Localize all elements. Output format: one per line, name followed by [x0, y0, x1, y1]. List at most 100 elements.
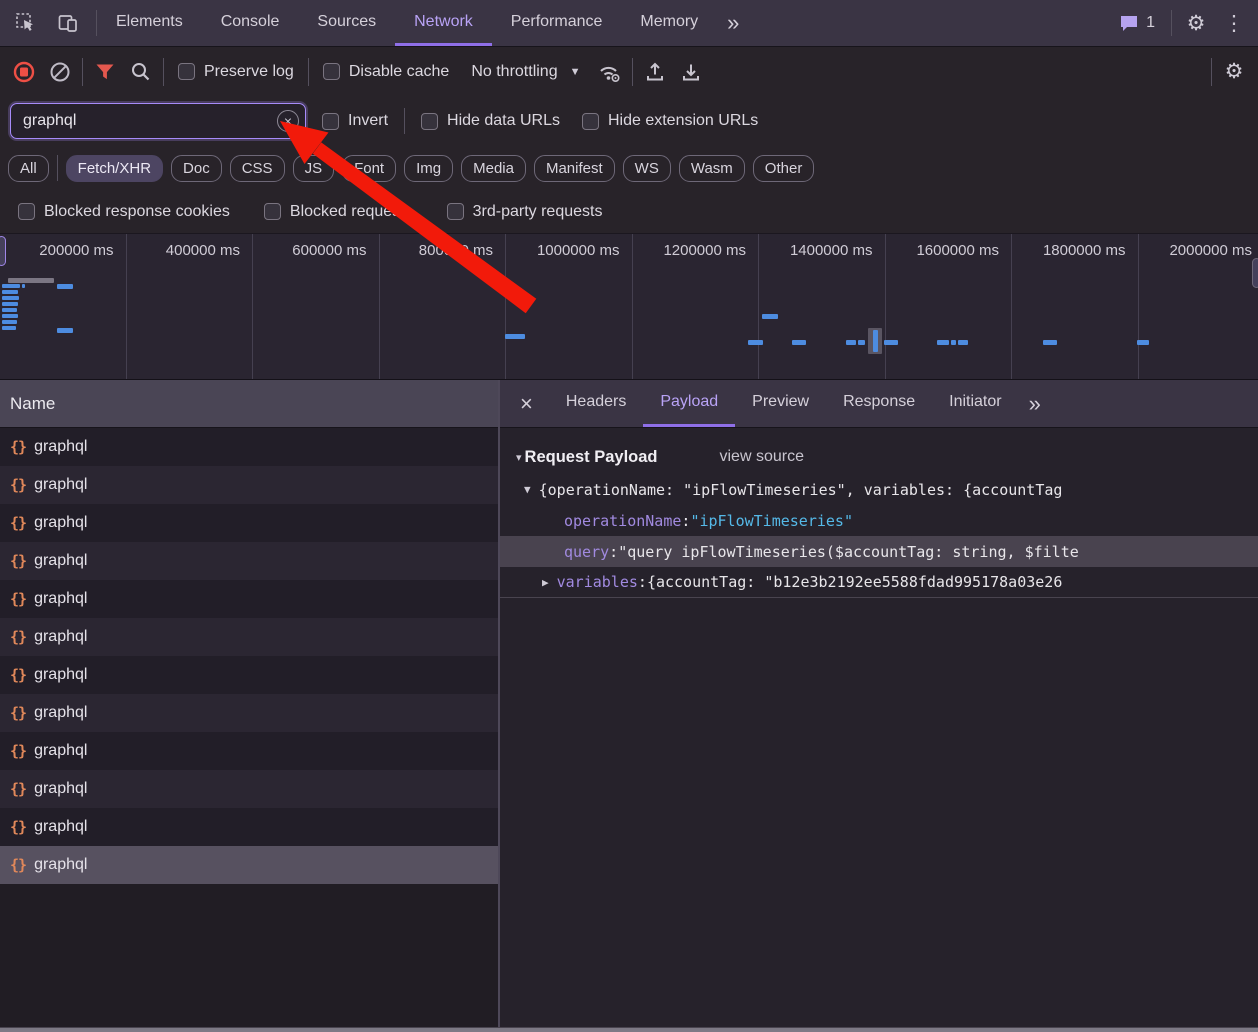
chip-media[interactable]: Media [461, 155, 526, 182]
issues-counter[interactable]: 1 [1113, 13, 1161, 33]
tab-preview[interactable]: Preview [735, 380, 826, 427]
request-type-filters: All Fetch/XHR Doc CSS JS Font Img Media … [0, 146, 1258, 190]
json-braces-icon: {} [10, 514, 26, 532]
request-name: graphql [34, 552, 87, 570]
divider [1171, 10, 1172, 36]
key-value-separator: : [638, 573, 647, 591]
divider [308, 58, 309, 86]
chip-doc[interactable]: Doc [171, 155, 222, 182]
timeline-scroll-grip-left[interactable] [0, 236, 6, 266]
collapse-triangle-icon[interactable]: ▾ [516, 451, 522, 464]
request-row[interactable]: {} graphql [0, 808, 498, 846]
settings-gear-icon[interactable]: ⚙ [1182, 9, 1210, 37]
request-details-pane: × Headers Payload Preview Response Initi… [500, 380, 1258, 1027]
payload-value: "ipFlowTimeseries" [690, 512, 853, 530]
network-conditions-icon[interactable] [596, 58, 624, 86]
payload-row-variables[interactable]: ▶ variables: {accountTag: "b12e3b2192ee5… [500, 567, 1258, 598]
request-row[interactable]: {} graphql [0, 580, 498, 618]
request-row[interactable]: {} graphql [0, 428, 498, 466]
more-tabs-icon[interactable]: » [717, 0, 749, 46]
close-details-icon[interactable]: × [500, 380, 549, 427]
chip-wasm[interactable]: Wasm [679, 155, 745, 182]
request-row[interactable]: {} graphql [0, 770, 498, 808]
tab-initiator[interactable]: Initiator [932, 380, 1018, 427]
request-name: graphql [34, 666, 87, 684]
divider [632, 58, 633, 86]
tab-payload[interactable]: Payload [643, 380, 735, 427]
preserve-log-checkbox[interactable]: Preserve log [172, 63, 300, 81]
name-column-header[interactable]: Name [0, 380, 498, 428]
tab-response[interactable]: Response [826, 380, 932, 427]
clear-network-log-button[interactable] [46, 58, 74, 86]
search-icon[interactable] [127, 58, 155, 86]
third-party-requests-checkbox[interactable]: 3rd-party requests [441, 203, 609, 221]
tab-memory[interactable]: Memory [621, 0, 717, 46]
divider [163, 58, 164, 86]
invert-checkbox[interactable]: Invert [316, 112, 394, 130]
request-row-selected[interactable]: {} graphql [0, 846, 498, 884]
request-row[interactable]: {} graphql [0, 732, 498, 770]
filter-input[interactable] [10, 103, 306, 139]
timeline-tick: 1000000 ms [506, 234, 633, 379]
filter-funnel-icon[interactable] [91, 58, 119, 86]
request-row[interactable]: {} graphql [0, 618, 498, 656]
key-value-separator: : [681, 512, 690, 530]
timeline-scroll-grip-right[interactable] [1252, 258, 1258, 288]
request-row[interactable]: {} graphql [0, 656, 498, 694]
timeline-tick: 2000000 ms [1139, 234, 1258, 379]
payload-row-query[interactable]: query: "query ipFlowTimeseries($accountT… [500, 536, 1258, 567]
view-source-link[interactable]: view source [720, 448, 804, 466]
tab-network[interactable]: Network [395, 0, 492, 46]
request-row[interactable]: {} graphql [0, 542, 498, 580]
chip-fetch-xhr[interactable]: Fetch/XHR [66, 155, 163, 182]
request-row[interactable]: {} graphql [0, 466, 498, 504]
request-payload-section: ▾ Request Payload view source ▼ {operati… [500, 428, 1258, 598]
more-detail-tabs-icon[interactable]: » [1019, 380, 1051, 427]
tab-performance[interactable]: Performance [492, 0, 622, 46]
blocked-response-cookies-checkbox[interactable]: Blocked response cookies [12, 203, 236, 221]
hide-extension-urls-checkbox[interactable]: Hide extension URLs [576, 112, 764, 130]
blocked-requests-label: Blocked requests [290, 203, 413, 221]
import-har-icon[interactable] [641, 58, 669, 86]
tab-headers[interactable]: Headers [549, 380, 643, 427]
chip-all[interactable]: All [8, 155, 49, 182]
request-name: graphql [34, 590, 87, 608]
payload-summary-row[interactable]: ▼ {operationName: "ipFlowTimeseries", va… [500, 474, 1258, 505]
payload-summary-text: {operationName: "ipFlowTimeseries", vari… [539, 481, 1063, 499]
throttling-dropdown[interactable]: No throttling ▼ [463, 63, 588, 81]
tab-sources[interactable]: Sources [298, 0, 395, 46]
inspect-element-icon[interactable] [12, 9, 40, 37]
record-network-log-button[interactable] [10, 58, 38, 86]
chip-other[interactable]: Other [753, 155, 815, 182]
third-party-requests-label: 3rd-party requests [473, 203, 603, 221]
divider [1211, 58, 1212, 86]
payload-row-operation-name[interactable]: operationName: "ipFlowTimeseries" [500, 505, 1258, 536]
chip-js[interactable]: JS [293, 155, 335, 182]
hide-data-urls-checkbox[interactable]: Hide data URLs [415, 112, 566, 130]
network-toolbar: Preserve log Disable cache No throttling… [0, 47, 1258, 96]
chip-css[interactable]: CSS [230, 155, 285, 182]
chip-ws[interactable]: WS [623, 155, 671, 182]
export-har-icon[interactable] [677, 58, 705, 86]
expand-triangle-icon[interactable]: ▼ [524, 483, 531, 496]
request-name: graphql [34, 856, 87, 874]
tab-elements[interactable]: Elements [97, 0, 202, 46]
chip-manifest[interactable]: Manifest [534, 155, 615, 182]
chip-img[interactable]: Img [404, 155, 453, 182]
network-settings-gear-icon[interactable]: ⚙ [1220, 58, 1248, 86]
disable-cache-checkbox[interactable]: Disable cache [317, 63, 456, 81]
blocked-filters-row: Blocked response cookies Blocked request… [0, 190, 1258, 234]
divider [57, 155, 58, 181]
kebab-menu-icon[interactable]: ⋮ [1220, 9, 1248, 37]
preserve-log-label: Preserve log [204, 63, 294, 81]
device-toolbar-icon[interactable] [54, 9, 82, 37]
network-overview-timeline[interactable]: 200000 ms 400000 ms 600000 ms 800000 ms … [0, 234, 1258, 380]
tab-console[interactable]: Console [202, 0, 299, 46]
clear-filter-icon[interactable]: × [277, 110, 299, 132]
chip-font[interactable]: Font [342, 155, 396, 182]
request-row[interactable]: {} graphql [0, 504, 498, 542]
collapsed-triangle-icon[interactable]: ▶ [542, 576, 549, 589]
request-row[interactable]: {} graphql [0, 694, 498, 732]
blocked-requests-checkbox[interactable]: Blocked requests [258, 203, 419, 221]
devtools-tabbar: Elements Console Sources Network Perform… [0, 0, 1258, 47]
